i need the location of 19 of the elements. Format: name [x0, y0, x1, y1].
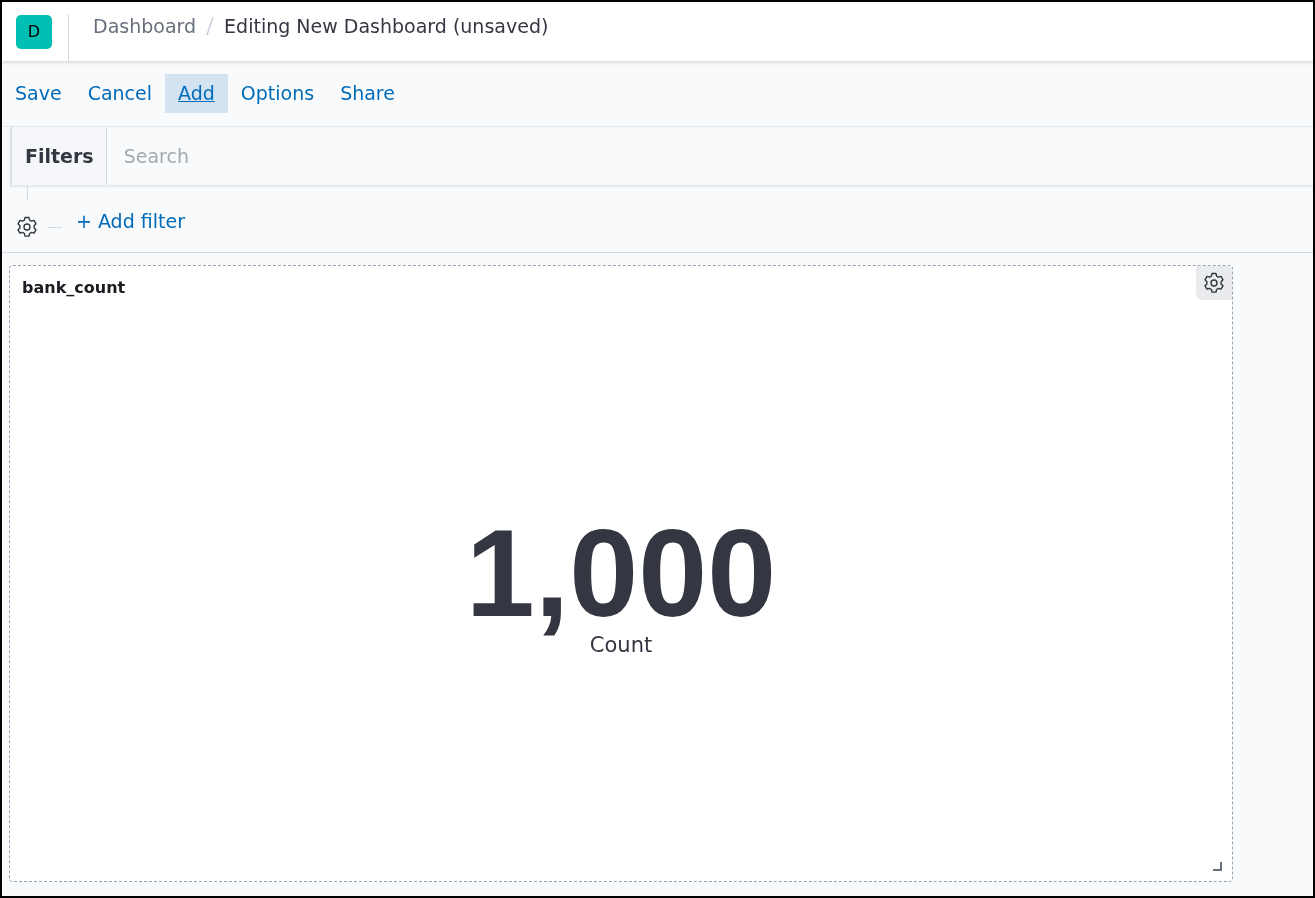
- menu-link[interactable]: Share: [327, 74, 408, 113]
- metric-label: Count: [589, 633, 653, 657]
- add-filter-link[interactable]: + Add filter: [76, 210, 185, 232]
- menu-link[interactable]: Add: [165, 74, 228, 113]
- menu-link[interactable]: Options: [227, 74, 328, 113]
- panel-options-button[interactable]: [1196, 266, 1232, 300]
- breadcrumb-separator-icon: [206, 15, 215, 36]
- settings-icon[interactable]: [15, 215, 39, 239]
- page-title: Editing New Dashboard (unsaved): [224, 14, 549, 37]
- menu-link[interactable]: Save: [2, 74, 75, 113]
- search-field[interactable]: Search: [106, 127, 1313, 185]
- filters-label: Filters: [11, 127, 107, 185]
- resize-handle-icon[interactable]: [1213, 862, 1222, 871]
- breadcrumb-link[interactable]: Dashboard: [93, 14, 197, 37]
- settings-icon: [1202, 271, 1226, 295]
- metric-value: 1,000: [465, 511, 777, 635]
- menu-link[interactable]: Cancel: [74, 74, 165, 113]
- app-logo[interactable]: D: [16, 14, 52, 49]
- panel-title: bank_count: [22, 278, 126, 297]
